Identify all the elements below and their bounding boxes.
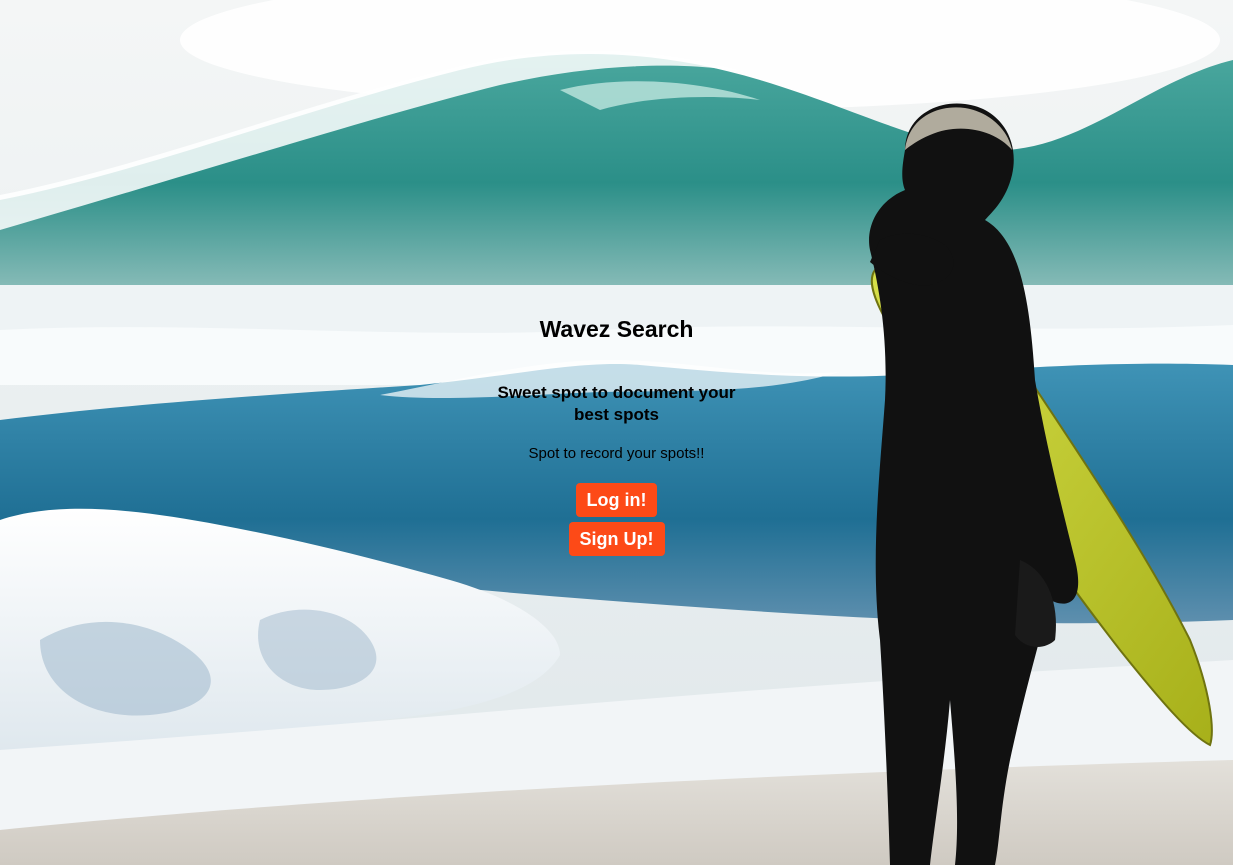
landing-page: Wavez Search Sweet spot to document your… [0, 0, 1233, 865]
app-title: Wavez Search [539, 316, 694, 342]
login-button[interactable]: Log in! [575, 483, 658, 517]
landing-content: Wavez Search Sweet spot to document your… [0, 312, 1233, 556]
signup-button[interactable]: Sign Up! [568, 522, 665, 556]
tagline: Sweet spot to document your best spots [497, 383, 736, 424]
subtext: Spot to record your spots!! [528, 445, 705, 462]
